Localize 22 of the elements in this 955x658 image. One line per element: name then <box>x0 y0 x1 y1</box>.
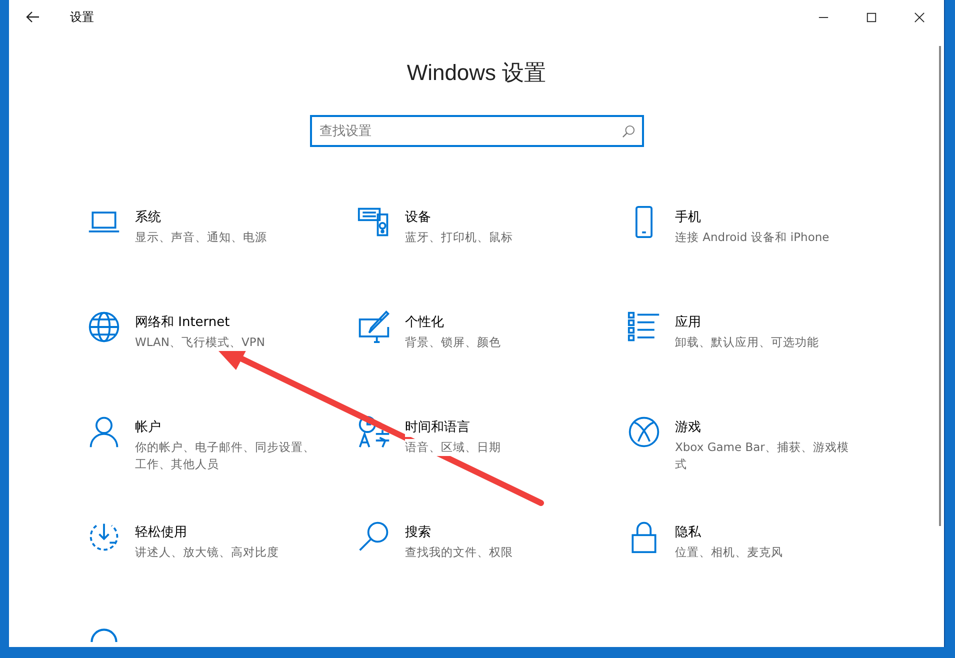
tile-description: 连接 Android 设备和 iPhone <box>675 229 830 246</box>
tile-description: 查找我的文件、权限 <box>405 544 513 561</box>
page-heading: Windows 设置 <box>406 59 546 87</box>
tile-description: 讲述人、放大镜、高对比度 <box>135 544 279 561</box>
search-icon <box>622 125 634 138</box>
tile-description: 背景、锁屏、颜色 <box>405 334 501 351</box>
scrollbar[interactable] <box>939 46 941 526</box>
list-icon <box>627 310 661 344</box>
tile-title[interactable]: 时间和语言 <box>405 419 470 437</box>
tile-description: 语音、区域、日期 <box>405 439 501 456</box>
monitor-brush-icon <box>357 310 391 344</box>
globe-icon <box>87 310 121 344</box>
tile-description: WLAN、飞行模式、VPN <box>135 334 265 351</box>
person-icon <box>87 415 121 449</box>
back-arrow-icon[interactable] <box>26 11 40 23</box>
x-circle-icon <box>627 415 661 449</box>
clock-letters-icon <box>357 415 391 449</box>
tile-description: 卸载、默认应用、可选功能 <box>675 334 819 351</box>
window-title: 设置 <box>70 8 94 26</box>
keyboard-speaker-icon <box>357 205 391 239</box>
search-field[interactable]: 查找设置 <box>310 115 644 147</box>
tile-description: 蓝牙、打印机、鼠标 <box>405 229 513 246</box>
